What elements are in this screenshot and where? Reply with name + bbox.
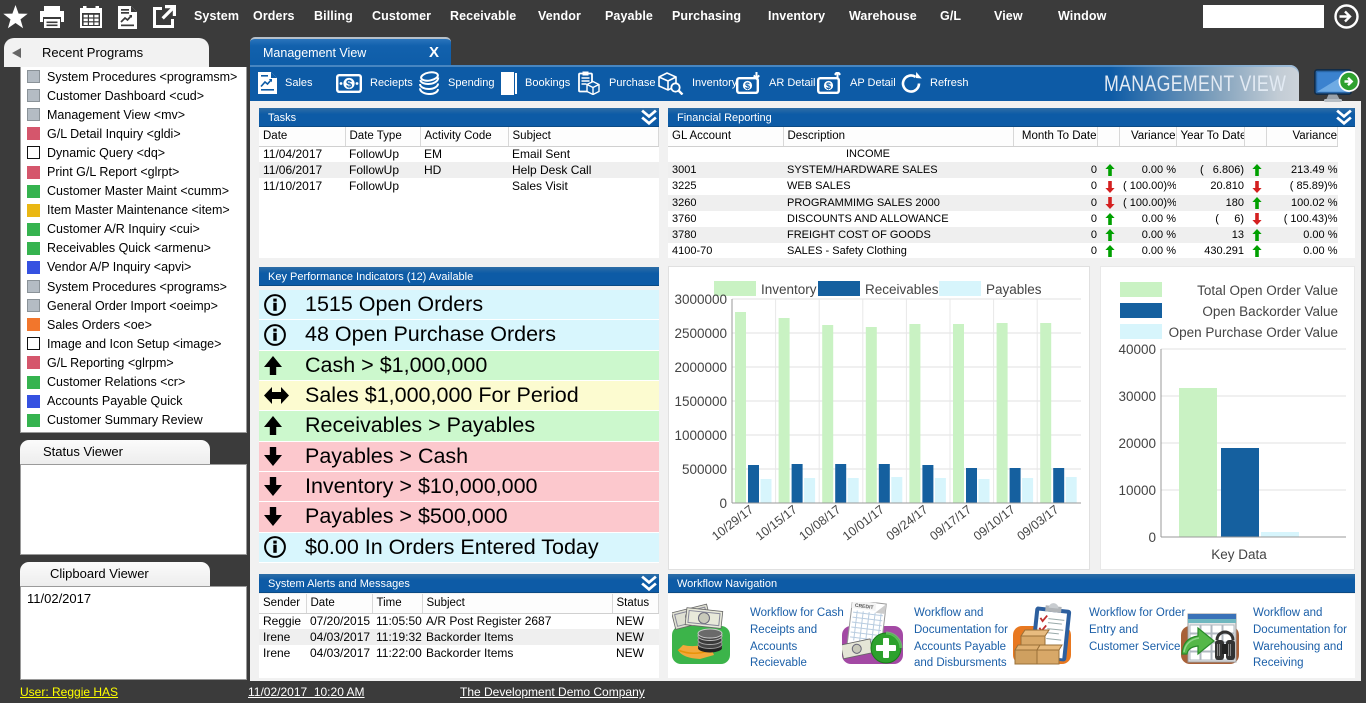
svg-text:20000: 20000 xyxy=(1118,436,1156,451)
svg-text:$: $ xyxy=(346,78,352,90)
svg-text:1500000: 1500000 xyxy=(674,394,727,409)
svg-text:Open Backorder Value: Open Backorder Value xyxy=(1202,304,1338,319)
svg-text:500000: 500000 xyxy=(682,462,727,477)
svg-text:0: 0 xyxy=(1148,530,1156,545)
svg-text:$: $ xyxy=(826,81,831,91)
svg-text:40000: 40000 xyxy=(1118,342,1156,357)
svg-text:Total Open Order Value: Total Open Order Value xyxy=(1197,283,1338,298)
svg-text:Key Data: Key Data xyxy=(1211,547,1267,562)
svg-text:1000000: 1000000 xyxy=(674,428,727,443)
svg-text:30000: 30000 xyxy=(1118,389,1156,404)
svg-text:09/10/17: 09/10/17 xyxy=(971,502,1018,543)
svg-text:10/29/17: 10/29/17 xyxy=(709,502,756,543)
svg-text:09/03/17: 09/03/17 xyxy=(1014,502,1061,543)
svg-text:09/17/17: 09/17/17 xyxy=(927,502,974,543)
svg-text:0: 0 xyxy=(719,496,727,511)
svg-text:Inventory: Inventory xyxy=(761,282,817,297)
svg-text:Payables: Payables xyxy=(986,282,1042,297)
svg-text:Receivables: Receivables xyxy=(865,282,939,297)
svg-text:2500000: 2500000 xyxy=(674,326,727,341)
svg-text:10/15/17: 10/15/17 xyxy=(753,502,800,543)
svg-text:3000000: 3000000 xyxy=(674,292,727,307)
svg-text:10/01/17: 10/01/17 xyxy=(840,502,887,543)
svg-text:2000000: 2000000 xyxy=(674,360,727,375)
svg-text:Open Purchase Order Value: Open Purchase Order Value xyxy=(1169,325,1338,340)
svg-text:10/08/17: 10/08/17 xyxy=(796,502,843,543)
svg-text:$: $ xyxy=(745,81,750,91)
svg-text:10000: 10000 xyxy=(1118,483,1156,498)
svg-text:09/24/17: 09/24/17 xyxy=(884,502,931,543)
